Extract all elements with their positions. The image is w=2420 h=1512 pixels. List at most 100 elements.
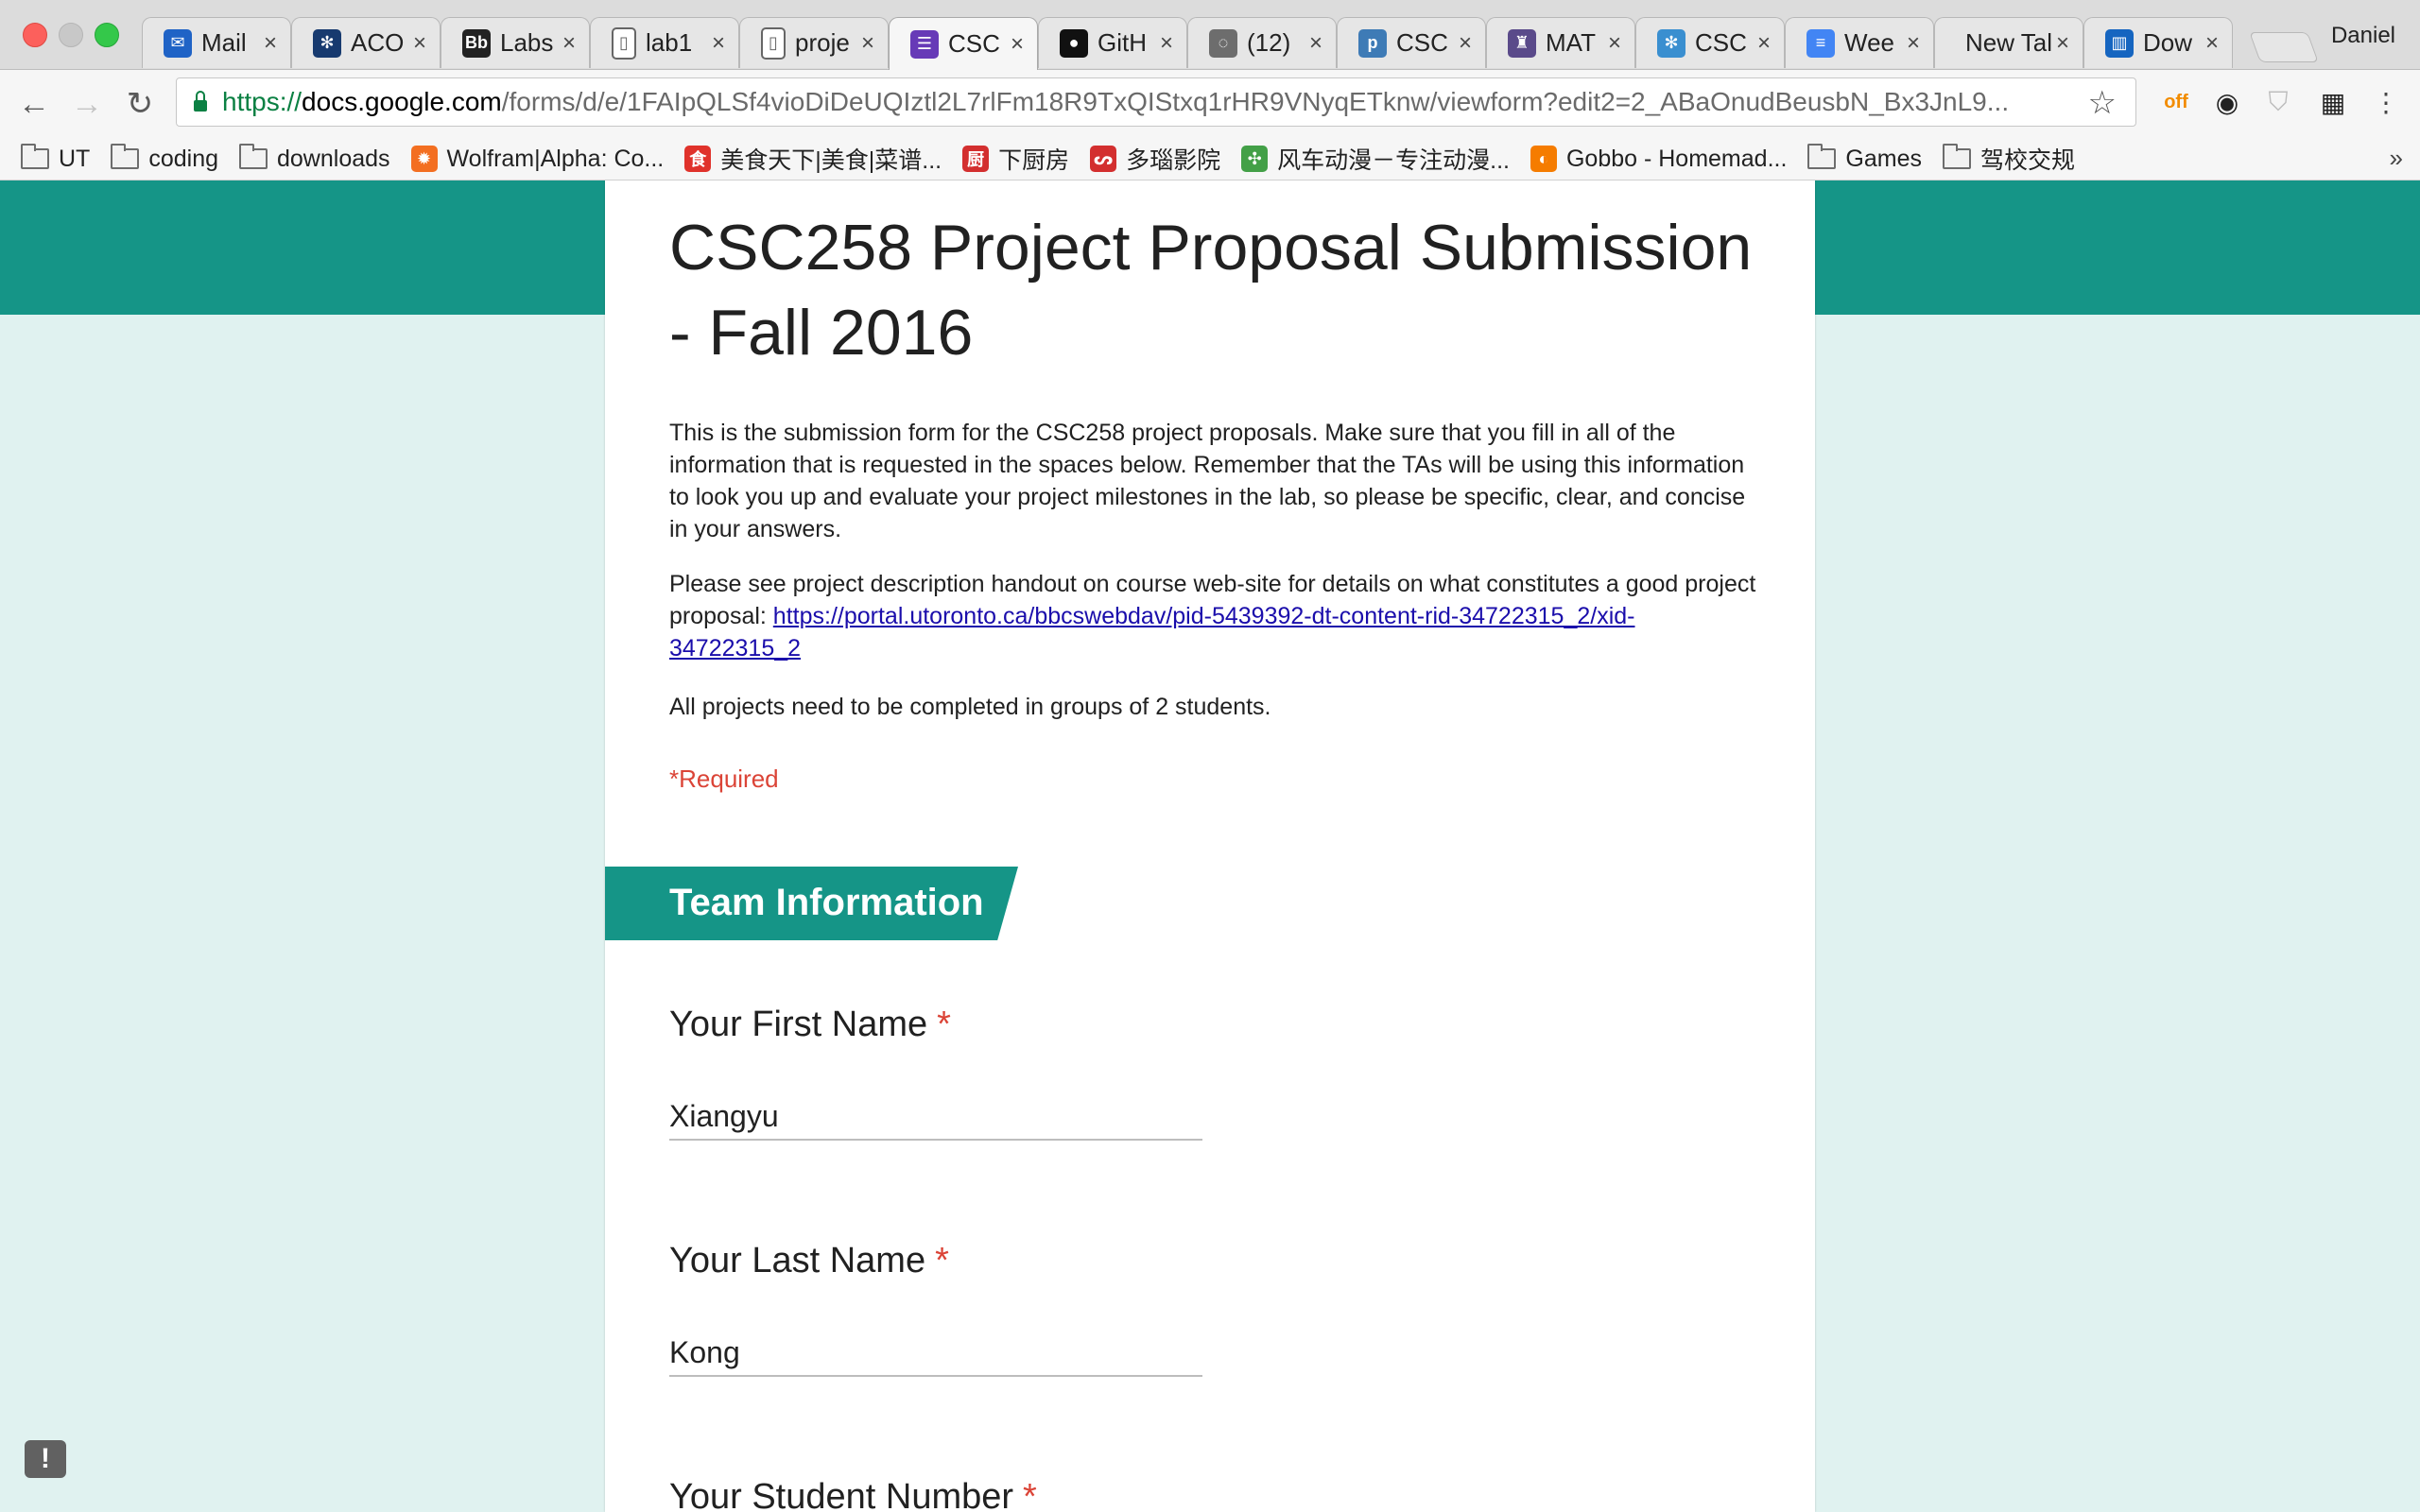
last-name-input[interactable] [669, 1330, 1202, 1377]
forward-arrow-icon[interactable]: → [66, 83, 108, 125]
browser-tab[interactable]: ♜ MAT × [1486, 17, 1635, 68]
github-icon: ● [1060, 28, 1088, 58]
form-title: CSC258 Project Proposal Submission - Fal… [669, 212, 1753, 369]
report-feedback-button[interactable]: ! [25, 1440, 66, 1478]
site-favicon-icon: ✣ [1241, 146, 1269, 172]
folder-icon [1943, 144, 1971, 169]
browser-tab[interactable]: ≡ Wee × [1785, 17, 1934, 68]
form-description-paragraph: This is the submission form for the CSC2… [669, 420, 1746, 542]
question-first-name-label: Your First Name * [669, 1005, 951, 1044]
color-picker-extension-icon[interactable]: ◉ [2208, 83, 2246, 121]
shield-extension-icon[interactable]: ⛉ [2259, 83, 2297, 121]
tab-close-icon[interactable]: × [1907, 30, 1920, 57]
required-asterisk: * [935, 1241, 949, 1280]
chrome-menu-icon[interactable]: ⋮ [2367, 83, 2405, 121]
browser-tab[interactable]: ▯ lab1 × [590, 17, 739, 68]
reload-icon[interactable]: ↻ [119, 83, 161, 125]
site-favicon-icon: ᔕ [1090, 146, 1117, 172]
browser-tab[interactable]: ● GitH × [1038, 17, 1187, 68]
browser-tab[interactable]: ▯ proje × [739, 17, 889, 68]
browser-tab[interactable]: Bb Labs × [441, 17, 590, 68]
google-docs-icon: ≡ [1806, 28, 1835, 58]
tab-close-icon[interactable]: × [1309, 30, 1322, 57]
browser-tab[interactable]: New Tal × [1934, 17, 2083, 68]
tab-title: GitH [1098, 28, 1147, 57]
section-header: Team Information [605, 867, 1018, 940]
document-icon: ▯ [612, 26, 636, 60]
bookmark-item[interactable]: 厨下厨房 [962, 142, 1069, 176]
site-favicon-icon: 厨 [962, 146, 990, 172]
bookmarks-overflow-button[interactable]: » [2390, 144, 2403, 173]
browser-tab[interactable]: ✉ Mail × [142, 17, 291, 68]
bookmark-item[interactable]: ✹ Wolfram|Alpha: Co... [410, 146, 664, 173]
tab-title: Dow [2143, 28, 2193, 57]
form-card: CSC258 Project Proposal Submission - Fal… [605, 180, 1815, 1512]
tab-list: ✉ Mail × ✻ ACO × Bb Labs × ▯ lab1 × ▯ proje × ☰ CSC × ● Git… [142, 17, 2233, 70]
tab-title: CSC [1695, 28, 1747, 57]
tab-close-icon[interactable]: × [1459, 30, 1472, 57]
browser-tab[interactable]: ✻ CSC × [1635, 17, 1785, 68]
tab-close-icon[interactable]: × [2056, 30, 2069, 57]
section-title: Team Information [669, 882, 984, 923]
browser-tab[interactable]: ✻ ACO × [291, 17, 441, 68]
blackboard-icon: Bb [462, 28, 491, 58]
bookmark-star-icon[interactable]: ☆ [2088, 84, 2117, 122]
bookmark-item[interactable]: 食美食天下|美食|菜谱... [684, 142, 942, 176]
tab-close-icon[interactable]: × [562, 30, 576, 57]
tab-close-icon[interactable]: × [712, 30, 725, 57]
tab-close-icon[interactable]: × [1160, 30, 1173, 57]
bookmark-item[interactable]: coding [111, 144, 218, 173]
download-chart-icon: ▥ [2105, 28, 2134, 58]
site-favicon-icon: ◐ [1530, 146, 1557, 172]
bookmark-label: UT [59, 145, 91, 172]
adblock-extension-icon[interactable]: off [2157, 83, 2195, 121]
site-favicon-icon: ✹ [410, 146, 438, 172]
qr-code-extension-icon[interactable]: ▦ [2314, 83, 2352, 121]
piazza-icon: p [1358, 28, 1387, 58]
browser-toolbar: ← → ↻ https://docs.google.com/forms/d/e/… [0, 70, 2420, 138]
bookmark-item[interactable]: ✣ 风车动漫－专注动漫... [1241, 142, 1510, 176]
mail-icon: ✉ [164, 28, 192, 58]
bookmark-item[interactable]: 驾校交规 [1943, 142, 2075, 176]
window-minimize-button[interactable] [59, 23, 83, 47]
bookmark-label: Games [1845, 145, 1922, 172]
page-viewport: CSC258 Project Proposal Submission - Fal… [0, 180, 2420, 1512]
window-zoom-button[interactable] [95, 23, 119, 47]
folder-icon [1807, 144, 1837, 169]
bookmark-item[interactable]: ◐ Gobbo - Homemad... [1530, 146, 1787, 173]
address-bar[interactable]: https://docs.google.com/forms/d/e/1FAIpQ… [176, 77, 2136, 127]
browser-tab[interactable]: ◌ (12) × [1187, 17, 1337, 68]
first-name-input[interactable] [669, 1093, 1202, 1141]
tab-close-icon[interactable]: × [1011, 31, 1024, 58]
tab-close-icon[interactable]: × [2205, 30, 2219, 57]
tab-close-icon[interactable]: × [413, 30, 426, 57]
bookmark-item[interactable]: downloads [239, 144, 390, 173]
tab-title: Wee [1844, 28, 1894, 57]
new-tab-button[interactable] [2249, 32, 2319, 62]
project-handout-link[interactable]: https://portal.utoronto.ca/bbcswebdav/pi… [669, 603, 1635, 662]
profile-name[interactable]: Daniel [2331, 23, 2395, 49]
url-text[interactable]: https://docs.google.com/forms/d/e/1FAIpQ… [222, 87, 2084, 117]
browser-tab[interactable]: p CSC × [1337, 17, 1486, 68]
folder-icon [21, 144, 49, 169]
tab-title: lab1 [646, 28, 693, 57]
browser-tab[interactable]: ☰ CSC × [889, 17, 1038, 70]
tab-close-icon[interactable]: × [1757, 30, 1771, 57]
secure-lock-icon[interactable] [194, 91, 207, 112]
tab-close-icon[interactable]: × [264, 30, 277, 57]
browser-tab[interactable]: ▥ Dow × [2083, 17, 2233, 68]
bookmark-item[interactable]: ᔕ 多瑙影院 [1090, 142, 1220, 176]
tab-title: (12) [1247, 28, 1291, 57]
window-close-button[interactable] [23, 23, 47, 47]
tab-title: CSC [1396, 28, 1448, 57]
tab-close-icon[interactable]: × [861, 30, 874, 57]
tab-title: Labs [500, 28, 554, 57]
bookmark-item[interactable]: UT [21, 144, 91, 173]
tab-close-icon[interactable]: × [1608, 30, 1621, 57]
bookmark-label: coding [148, 145, 218, 172]
bookmark-item[interactable]: Games [1807, 144, 1922, 173]
tab-title: Mail [201, 28, 247, 57]
bookmark-label: 驾校交规 [1980, 147, 2076, 174]
back-arrow-icon[interactable]: ← [13, 83, 55, 125]
browser-tab-strip: ✉ Mail × ✻ ACO × Bb Labs × ▯ lab1 × ▯ proje × ☰ CSC × ● Git… [0, 0, 2420, 70]
